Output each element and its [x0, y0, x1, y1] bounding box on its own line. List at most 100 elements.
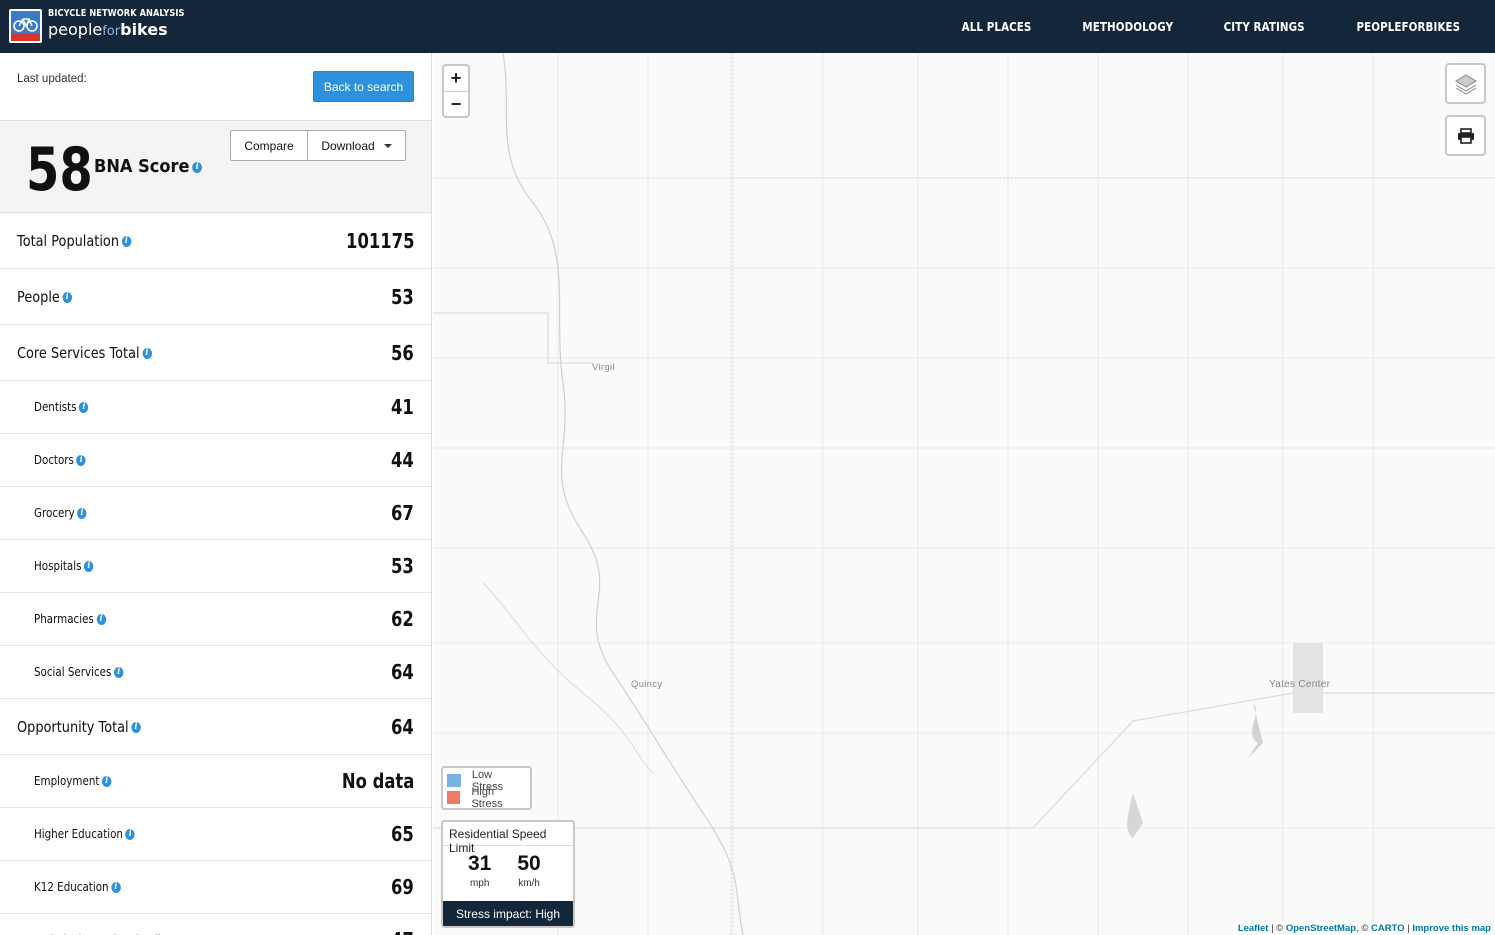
score-row: Doctors i 44 [0, 434, 431, 487]
score-row-label: People i [17, 288, 72, 306]
site-logo[interactable]: BICYCLE NETWORK ANALYSIS peopleforbikes [48, 8, 215, 39]
score-row-label: Higher Education i [34, 827, 136, 841]
info-icon[interactable]: i [76, 455, 86, 466]
score-row-value: 44 [391, 448, 414, 472]
score-row: Employment i No data [0, 755, 431, 808]
score-row-label: Grocery i [34, 506, 87, 520]
info-icon[interactable]: i [77, 508, 87, 519]
improve-map-link[interactable]: Improve this map [1412, 923, 1491, 934]
bna-score-value: 58 [26, 135, 93, 205]
carto-link[interactable]: CARTO [1371, 923, 1405, 934]
score-row: People i 53 [0, 269, 431, 325]
speed-kmh-unit: km/h [518, 878, 540, 889]
back-to-search-button[interactable]: Back to search [313, 71, 414, 102]
score-row: Pharmacies i 62 [0, 593, 431, 646]
info-icon[interactable]: i [101, 776, 112, 787]
logo-wordmark: peopleforbikes [48, 20, 168, 39]
info-icon[interactable]: i [192, 161, 203, 173]
place-label-virgil: Virgil [592, 362, 615, 373]
info-icon[interactable]: i [62, 291, 72, 303]
nav-city-ratings[interactable]: CITY RATINGS [1224, 20, 1305, 34]
legend-swatch [447, 774, 461, 787]
info-icon[interactable]: i [96, 614, 106, 625]
stress-legend: Low Stress High Stress [441, 766, 532, 810]
main-nav: ALL PLACES METHODOLOGY CITY RATINGS PEOP… [919, 0, 1469, 53]
last-updated-row: Last updated: Back to search [0, 53, 431, 121]
sidebar: Last updated: Back to search 58 BNA Scor… [0, 53, 432, 935]
print-button[interactable] [1445, 115, 1486, 156]
leaflet-link[interactable]: Leaflet [1238, 923, 1269, 934]
score-row-value: 69 [391, 875, 414, 899]
speed-values: 31 mph 50 km/h [443, 852, 573, 889]
score-row-value: 64 [391, 660, 414, 684]
speed-mph: 31 [468, 852, 492, 875]
score-row: Opportunity Total i 64 [0, 699, 431, 755]
speed-mph-unit: mph [469, 878, 490, 889]
score-row-label: Social Services i [34, 665, 124, 679]
info-icon[interactable]: i [131, 721, 141, 733]
info-icon[interactable]: i [84, 561, 94, 572]
caret-down-icon [383, 143, 392, 148]
score-row-value: 62 [391, 607, 414, 631]
score-row-label: Employment i [34, 774, 112, 788]
speed-kmh: 50 [517, 852, 541, 875]
score-row-label: Pharmacies i [34, 612, 106, 626]
score-row-label: K12 Education i [34, 880, 121, 894]
layers-icon [1454, 73, 1477, 95]
nav-methodology[interactable]: METHODOLOGY [1082, 20, 1173, 34]
score-row-value: 47 [391, 928, 414, 935]
last-updated-label: Last updated: [17, 73, 87, 85]
score-row-value: 56 [391, 340, 414, 365]
nav-peopleforbikes[interactable]: PEOPLEFORBIKES [1357, 20, 1461, 34]
info-icon[interactable]: i [79, 402, 89, 413]
score-row-value: 41 [391, 395, 414, 419]
top-navbar: BICYCLE NETWORK ANALYSIS peopleforbikes … [0, 0, 1495, 53]
printer-icon [1457, 127, 1474, 144]
map-attribution: Leaflet | © OpenStreetMap, © CARTO | Imp… [1233, 922, 1495, 935]
download-button[interactable]: Download [308, 130, 406, 161]
layers-button[interactable] [1445, 63, 1486, 104]
bicycle-logo-icon[interactable] [9, 9, 42, 43]
speed-limit-panel: Residential Speed Limit 31 mph 50 km/h Str… [441, 820, 575, 928]
score-row: Social Services i 64 [0, 646, 431, 699]
score-row-value: 53 [391, 284, 414, 309]
score-row: Technical/Vocational Collegei47 [0, 914, 431, 935]
info-icon[interactable]: i [121, 235, 132, 247]
bna-score-box: 58 BNA Score i Compare Download [0, 121, 431, 213]
place-label-yates-center: Yates Center [1269, 679, 1331, 690]
legend-swatch [447, 791, 461, 804]
place-label-quincy: Quincy [631, 679, 663, 690]
zoom-in-button[interactable]: + [444, 66, 468, 91]
action-buttons: Compare Download [230, 130, 406, 161]
score-row-value: 64 [391, 714, 414, 739]
nav-all-places[interactable]: ALL PLACES [962, 20, 1032, 34]
info-icon[interactable]: i [125, 829, 136, 840]
legend-item-high: High Stress [447, 786, 526, 810]
score-row-value: 65 [391, 822, 414, 846]
map-view[interactable]: Virgil Quincy Yates Center + − Low Stres… [433, 53, 1495, 935]
info-icon[interactable]: i [113, 667, 124, 678]
info-icon[interactable]: i [142, 347, 152, 359]
score-row-value: No data [341, 769, 414, 793]
stress-impact-badge: Stress impact: High [443, 901, 573, 926]
score-row-value: 101175 [345, 228, 414, 253]
zoom-out-button[interactable]: − [444, 91, 468, 116]
info-icon[interactable]: i [111, 882, 121, 893]
score-row: Hospitals i 53 [0, 540, 431, 593]
compare-button[interactable]: Compare [230, 130, 308, 161]
score-row-value: 67 [391, 501, 414, 525]
score-list: Total Population i 101175 People i 53 Core Ser… [0, 213, 431, 935]
score-row: Total Population i 101175 [0, 213, 431, 269]
score-row-label: Dentists i [34, 400, 89, 414]
score-row: Higher Education i 65 [0, 808, 431, 861]
osm-link[interactable]: OpenStreetMap [1286, 923, 1356, 934]
score-row-label: Total Population i [17, 232, 132, 250]
score-row-label: Opportunity Total i [17, 718, 141, 736]
logo-tagline: BICYCLE NETWORK ANALYSIS [48, 8, 185, 19]
speed-limit-title: Residential Speed Limit [443, 822, 573, 855]
score-row: Grocery i 67 [0, 487, 431, 540]
score-row-label: Doctors i [34, 453, 86, 467]
score-row-label: Core Services Total i [17, 344, 152, 362]
score-row-value: 53 [391, 554, 414, 578]
bna-score-label: BNA Score i [94, 156, 203, 177]
